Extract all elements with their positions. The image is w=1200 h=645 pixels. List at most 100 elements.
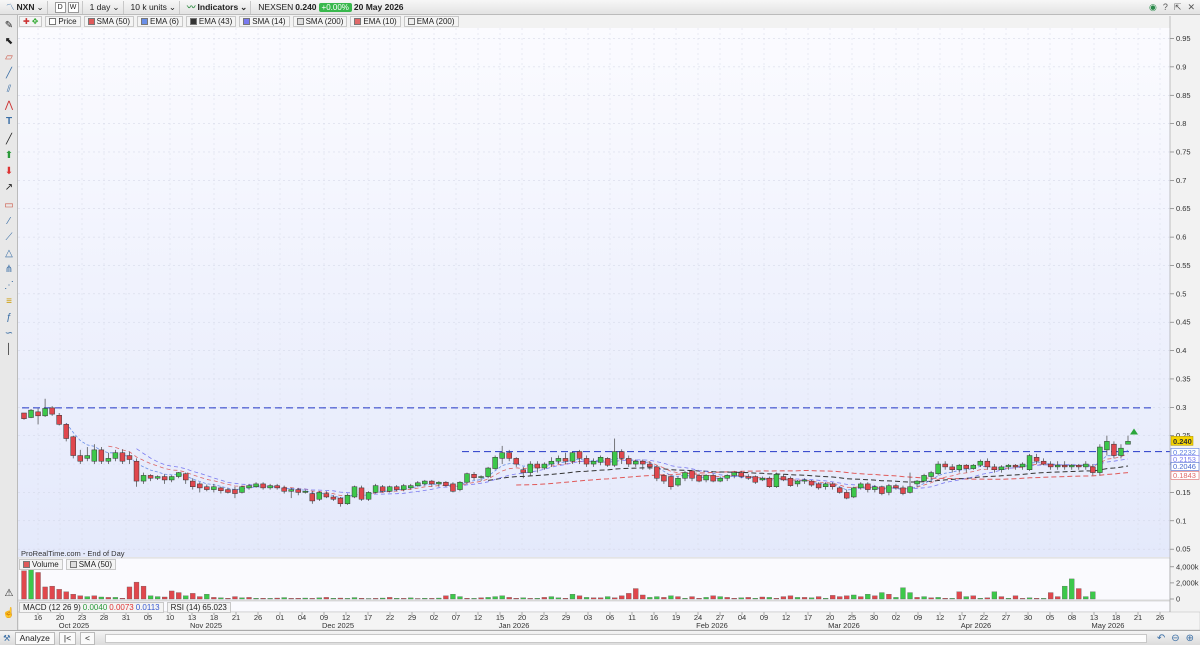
channel-icon[interactable]: ⫽ — [2, 83, 16, 96]
volume-bar — [640, 594, 646, 600]
arrow-diagonal-icon[interactable]: ↗ — [2, 181, 16, 194]
pitchfork-icon[interactable]: ⋔ — [2, 263, 16, 276]
horizontal-scrollbar[interactable] — [105, 633, 1147, 643]
candle-up — [28, 409, 34, 418]
indicators-button[interactable]: 〰 Indicators ⌄ — [184, 0, 252, 14]
undock-icon[interactable]: ⇱ — [1174, 2, 1182, 13]
candle-up — [84, 455, 90, 459]
text-icon[interactable]: T — [2, 115, 16, 128]
arrow-up-icon[interactable]: ⬆ — [2, 149, 16, 162]
volume-bar — [429, 598, 435, 600]
line-tool-icon[interactable]: ⁄ — [2, 215, 16, 228]
scroll-left-button[interactable]: < — [80, 631, 96, 645]
price-tick-label: 0.7 — [1176, 176, 1186, 185]
candle-down — [696, 475, 702, 482]
rectangle-icon[interactable]: ▭ — [2, 199, 16, 212]
legend-item-7[interactable]: EMA (200) — [403, 16, 459, 27]
date-tick-label: 29 — [408, 613, 416, 622]
mode-d-button[interactable]: D — [54, 1, 66, 13]
volume-bar — [42, 586, 48, 600]
candle-down — [534, 463, 541, 469]
volume-bar — [225, 598, 231, 600]
candle-down — [21, 412, 27, 419]
tools-icon[interactable]: ⚒ — [3, 633, 11, 644]
candle-up — [485, 467, 491, 477]
legend-label: SMA (200) — [305, 17, 344, 26]
candle-down — [647, 463, 653, 468]
legend-swatch — [354, 18, 362, 25]
legend-item-2[interactable]: EMA (6) — [136, 16, 183, 27]
rsi-legend[interactable]: RSI (14) 65.023 — [166, 602, 231, 613]
help-icon[interactable]: ? — [1163, 2, 1168, 13]
zoom-out-icon[interactable]: ⊖ — [1171, 633, 1179, 644]
symbol-selector[interactable]: 〽 NXN ⌄ — [3, 0, 48, 14]
triangle-icon[interactable]: △ — [2, 247, 16, 260]
candle-up — [1083, 463, 1089, 468]
legend-item-4[interactable]: SMA (14) — [239, 16, 290, 27]
candle-down — [358, 487, 365, 500]
fibonacci-icon[interactable]: ╱ — [2, 67, 16, 80]
arrow-down-icon[interactable]: ⬇ — [2, 165, 16, 178]
mode-w-button[interactable]: W — [67, 1, 79, 13]
close-icon[interactable]: ✕ — [1187, 2, 1195, 13]
macd-legend[interactable]: MACD (12 26 9) 0.0040 0.0073 0.0113 — [19, 602, 164, 613]
date-tick-label: 12 — [782, 613, 790, 622]
analyze-button[interactable]: Analyze — [14, 631, 55, 645]
ruler-icon[interactable]: ▱ — [2, 51, 16, 64]
period-selector[interactable]: 1 day ⌄ — [87, 0, 124, 14]
undo-icon[interactable]: ↶ — [1157, 633, 1165, 644]
candle-up — [703, 475, 709, 481]
pointer-icon[interactable]: ☝ — [2, 607, 16, 620]
legend-item-0[interactable]: Price — [45, 16, 81, 27]
candle-down — [443, 481, 449, 486]
date-tick-label: 04 — [738, 613, 746, 622]
candle-up — [422, 480, 428, 485]
volume-bar — [485, 597, 491, 600]
ray-icon[interactable]: ⟋ — [2, 231, 16, 244]
volume-bar — [380, 597, 386, 600]
volume-bar — [260, 598, 266, 600]
zoom-in-icon[interactable]: ⊕ — [1186, 633, 1194, 644]
date-tick-label: 30 — [1024, 613, 1032, 622]
candle-down — [520, 469, 526, 473]
candle-down — [562, 458, 569, 462]
volume-legend-item-0[interactable]: Volume — [19, 559, 63, 570]
volume-bar — [154, 596, 161, 600]
price-panel[interactable] — [18, 28, 1170, 557]
legend-add-button[interactable]: ✚ ✥ — [19, 16, 43, 27]
legend-item-1[interactable]: SMA (50) — [83, 16, 134, 27]
globe-icon[interactable]: ◉ — [1149, 2, 1157, 13]
pencil-icon[interactable]: ✎ — [2, 19, 16, 32]
legend-item-6[interactable]: EMA (10) — [350, 16, 401, 27]
trendline-icon[interactable]: ╱ — [2, 133, 16, 146]
zigzag-icon[interactable]: ⋀ — [2, 99, 16, 112]
candle-down — [984, 460, 991, 468]
volume-legend-item-1[interactable]: SMA (50) — [65, 559, 117, 570]
gann-icon[interactable]: ⋰ — [2, 279, 16, 292]
units-selector[interactable]: 10 k units ⌄ — [128, 0, 181, 14]
function-icon[interactable]: ƒ — [2, 311, 16, 324]
scroll-start-button[interactable]: |< — [58, 631, 77, 645]
legend-item-3[interactable]: EMA (43) — [185, 16, 237, 27]
volume-bar — [337, 597, 344, 600]
cursor-icon[interactable]: ⬉ — [2, 35, 16, 48]
volume-bar — [970, 595, 976, 600]
candle-up — [408, 485, 414, 489]
date-tick-label: 21 — [1134, 613, 1142, 622]
volume-bar — [232, 596, 238, 600]
vertical-line-icon[interactable]: │ — [2, 343, 16, 356]
date-tick-label: 27 — [1002, 613, 1010, 622]
volume-bar — [562, 598, 569, 600]
alert-icon[interactable]: ⚠ — [2, 587, 16, 600]
legend-item-5[interactable]: SMA (200) — [292, 16, 348, 27]
price-tick-label: 0.65 — [1176, 204, 1191, 213]
candle-down — [640, 460, 646, 465]
candle-up — [344, 495, 351, 505]
volume-bar — [162, 596, 168, 600]
mode-toggle[interactable]: DW — [52, 0, 83, 14]
chart-canvas[interactable]: 0.95 0.9 0.85 0.8 0.75 0.7 0.65 0.6 0.55 0.5 0.45 0… — [0, 0, 1200, 645]
levels-icon[interactable]: ≡ — [2, 295, 16, 308]
candle-up — [935, 463, 941, 474]
path-icon[interactable]: ∽ — [2, 327, 16, 340]
rsi-value: 65.023 — [202, 603, 227, 612]
